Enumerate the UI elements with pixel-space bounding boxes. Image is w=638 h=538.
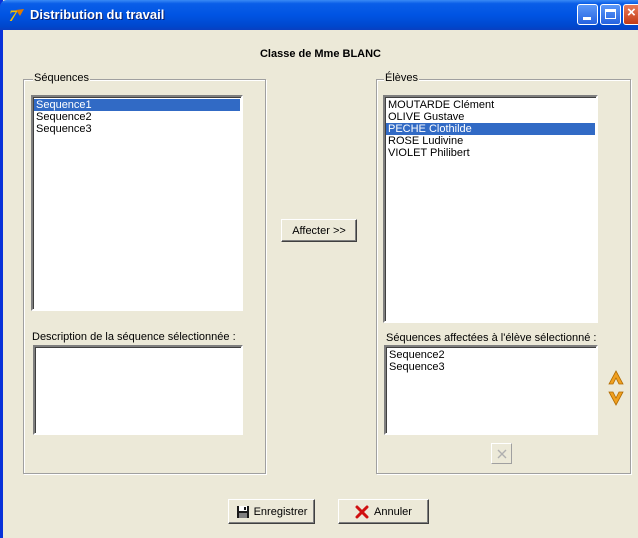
minimize-button[interactable]: [577, 4, 598, 25]
assigned-sequence-item[interactable]: Sequence2: [387, 349, 595, 361]
eleves-listbox[interactable]: MOUTARDE Clément OLIVE Gustave PECHE Cloth…: [383, 95, 598, 323]
sequence-list-item[interactable]: Sequence3: [34, 123, 240, 135]
dialog-window: 7 Distribution du travail × Classe de Mm…: [0, 0, 638, 538]
assigned-sequences-listbox[interactable]: Sequence2 Sequence3: [384, 345, 598, 435]
eleves-legend: Élèves: [384, 72, 420, 84]
arrow-up-icon: [608, 370, 624, 385]
move-up-button[interactable]: [606, 368, 626, 388]
delete-icon: [497, 449, 506, 458]
sequences-legend: Séquences: [33, 72, 91, 84]
eleve-list-item[interactable]: PECHE Clothilde: [386, 123, 595, 135]
sequence-list-item[interactable]: Sequence2: [34, 111, 240, 123]
assigned-sequence-item[interactable]: Sequence3: [387, 361, 595, 373]
annuler-button[interactable]: Annuler: [338, 499, 429, 524]
arrow-down-icon: [608, 391, 624, 406]
floppy-disk-icon: [236, 505, 249, 518]
move-down-button[interactable]: [606, 388, 626, 408]
maximize-icon: [605, 9, 616, 19]
close-button[interactable]: ×: [623, 4, 638, 25]
close-icon: ×: [627, 4, 636, 21]
eleve-list-item[interactable]: MOUTARDE Clément: [386, 99, 595, 111]
eleve-list-item[interactable]: VIOLET Philibert: [386, 147, 595, 159]
minimize-icon: [583, 17, 591, 20]
sequence-list-item[interactable]: Sequence1: [34, 99, 240, 111]
description-label: Description de la séquence sélectionnée …: [32, 331, 236, 343]
enregistrer-button[interactable]: Enregistrer: [228, 499, 315, 524]
affecter-button[interactable]: Affecter >>: [281, 219, 357, 242]
eleve-list-item[interactable]: OLIVE Gustave: [386, 111, 595, 123]
maximize-button[interactable]: [600, 4, 621, 25]
class-title: Classe de Mme BLANC: [259, 48, 382, 60]
title-bar[interactable]: 7 Distribution du travail ×: [0, 0, 638, 30]
app-icon: 7: [9, 8, 24, 24]
assigned-sequences-label: Séquences affectées à l'élève sélectionn…: [386, 332, 597, 344]
window-title: Distribution du travail: [30, 7, 165, 22]
description-textbox[interactable]: [33, 345, 243, 435]
remove-sequence-button[interactable]: [491, 443, 512, 464]
enregistrer-label: Enregistrer: [253, 505, 308, 518]
sequences-listbox[interactable]: Sequence1 Sequence2 Sequence3: [31, 95, 243, 311]
eleve-list-item[interactable]: ROSE Ludivine: [386, 135, 595, 147]
annuler-label: Annuler: [374, 505, 412, 518]
cancel-x-icon: [355, 505, 369, 518]
